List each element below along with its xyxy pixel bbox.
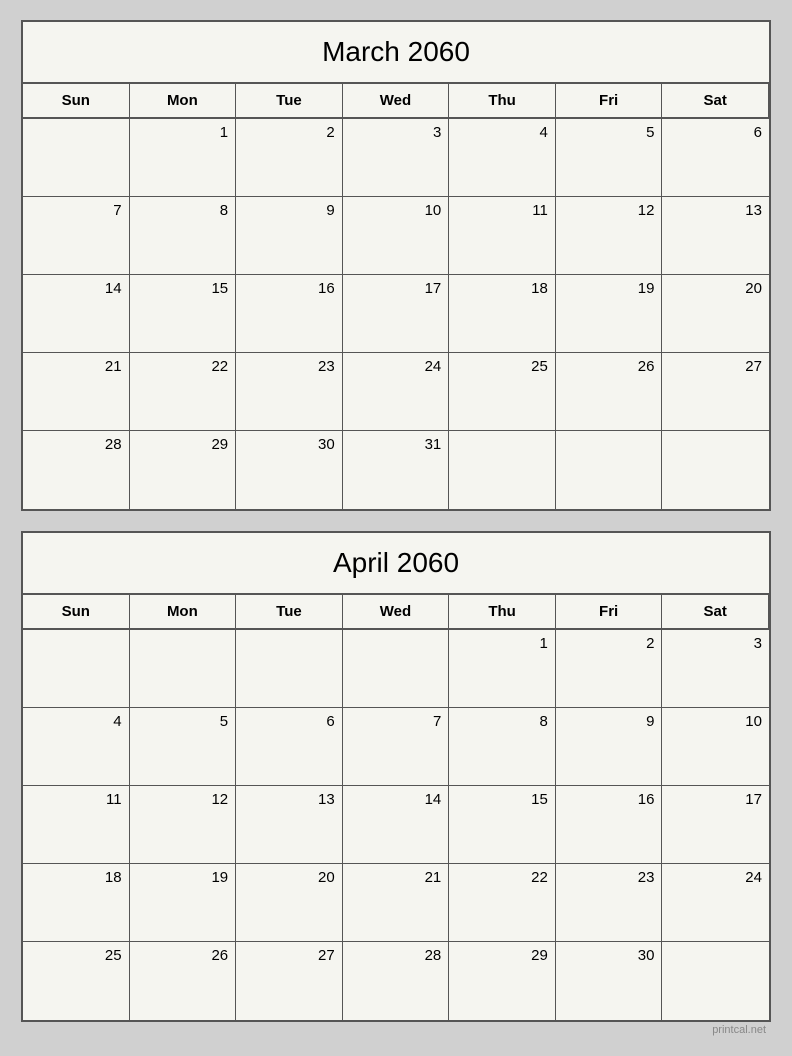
header-mon-april: Mon bbox=[130, 595, 237, 630]
april-calendar: April 2060 Sun Mon Tue Wed Thu Fri Sat 1… bbox=[21, 531, 771, 1022]
table-row: 12 bbox=[556, 197, 663, 275]
header-sat-april: Sat bbox=[662, 595, 769, 630]
table-row: 13 bbox=[236, 786, 343, 864]
table-row: 22 bbox=[130, 353, 237, 431]
table-row: 8 bbox=[449, 708, 556, 786]
table-row: 9 bbox=[556, 708, 663, 786]
table-row: 11 bbox=[23, 786, 130, 864]
header-fri-march: Fri bbox=[556, 84, 663, 119]
table-row: 19 bbox=[556, 275, 663, 353]
table-row: 30 bbox=[556, 942, 663, 1020]
table-row: 16 bbox=[556, 786, 663, 864]
table-row: 23 bbox=[236, 353, 343, 431]
table-row: 24 bbox=[343, 353, 450, 431]
table-row: 5 bbox=[130, 708, 237, 786]
march-grid: Sun Mon Tue Wed Thu Fri Sat 1 2 3 4 5 6 … bbox=[23, 84, 769, 509]
table-row: 27 bbox=[662, 353, 769, 431]
table-row: 2 bbox=[556, 630, 663, 708]
header-wed-march: Wed bbox=[343, 84, 450, 119]
table-row: 20 bbox=[662, 275, 769, 353]
table-row: 12 bbox=[130, 786, 237, 864]
table-row bbox=[662, 942, 769, 1020]
table-row: 3 bbox=[343, 119, 450, 197]
table-row: 26 bbox=[556, 353, 663, 431]
march-title: March 2060 bbox=[23, 22, 769, 84]
table-row bbox=[130, 630, 237, 708]
header-tue-april: Tue bbox=[236, 595, 343, 630]
table-row: 8 bbox=[130, 197, 237, 275]
table-row: 7 bbox=[343, 708, 450, 786]
header-sat-march: Sat bbox=[662, 84, 769, 119]
table-row: 9 bbox=[236, 197, 343, 275]
april-title: April 2060 bbox=[23, 533, 769, 595]
table-row: 17 bbox=[662, 786, 769, 864]
header-sun-march: Sun bbox=[23, 84, 130, 119]
table-row: 15 bbox=[130, 275, 237, 353]
table-row: 27 bbox=[236, 942, 343, 1020]
april-grid: Sun Mon Tue Wed Thu Fri Sat 1 2 3 4 5 6 … bbox=[23, 595, 769, 1020]
table-row: 11 bbox=[449, 197, 556, 275]
header-thu-march: Thu bbox=[449, 84, 556, 119]
table-row: 4 bbox=[449, 119, 556, 197]
table-row: 19 bbox=[130, 864, 237, 942]
table-row: 20 bbox=[236, 864, 343, 942]
table-row: 28 bbox=[23, 431, 130, 509]
table-row: 30 bbox=[236, 431, 343, 509]
table-row: 21 bbox=[343, 864, 450, 942]
table-row: 16 bbox=[236, 275, 343, 353]
table-row: 18 bbox=[449, 275, 556, 353]
table-row: 1 bbox=[130, 119, 237, 197]
table-row: 4 bbox=[23, 708, 130, 786]
table-row: 17 bbox=[343, 275, 450, 353]
table-row: 15 bbox=[449, 786, 556, 864]
table-row bbox=[23, 630, 130, 708]
table-row: 31 bbox=[343, 431, 450, 509]
table-row: 22 bbox=[449, 864, 556, 942]
table-row: 7 bbox=[23, 197, 130, 275]
table-row: 24 bbox=[662, 864, 769, 942]
table-row bbox=[343, 630, 450, 708]
header-sun-april: Sun bbox=[23, 595, 130, 630]
header-wed-april: Wed bbox=[343, 595, 450, 630]
table-row: 25 bbox=[449, 353, 556, 431]
table-row: 28 bbox=[343, 942, 450, 1020]
table-row: 10 bbox=[343, 197, 450, 275]
table-row: 21 bbox=[23, 353, 130, 431]
table-row: 3 bbox=[662, 630, 769, 708]
table-row: 2 bbox=[236, 119, 343, 197]
table-row bbox=[23, 119, 130, 197]
header-fri-april: Fri bbox=[556, 595, 663, 630]
table-row bbox=[236, 630, 343, 708]
table-row: 25 bbox=[23, 942, 130, 1020]
header-mon-march: Mon bbox=[130, 84, 237, 119]
header-tue-march: Tue bbox=[236, 84, 343, 119]
table-row bbox=[449, 431, 556, 509]
table-row: 18 bbox=[23, 864, 130, 942]
table-row: 6 bbox=[236, 708, 343, 786]
table-row: 29 bbox=[130, 431, 237, 509]
table-row: 26 bbox=[130, 942, 237, 1020]
table-row bbox=[662, 431, 769, 509]
table-row: 13 bbox=[662, 197, 769, 275]
table-row bbox=[556, 431, 663, 509]
header-thu-april: Thu bbox=[449, 595, 556, 630]
table-row: 1 bbox=[449, 630, 556, 708]
table-row: 14 bbox=[23, 275, 130, 353]
table-row: 5 bbox=[556, 119, 663, 197]
watermark: printcal.net bbox=[21, 1024, 771, 1036]
table-row: 23 bbox=[556, 864, 663, 942]
table-row: 10 bbox=[662, 708, 769, 786]
table-row: 6 bbox=[662, 119, 769, 197]
table-row: 29 bbox=[449, 942, 556, 1020]
table-row: 14 bbox=[343, 786, 450, 864]
march-calendar: March 2060 Sun Mon Tue Wed Thu Fri Sat 1… bbox=[21, 20, 771, 511]
